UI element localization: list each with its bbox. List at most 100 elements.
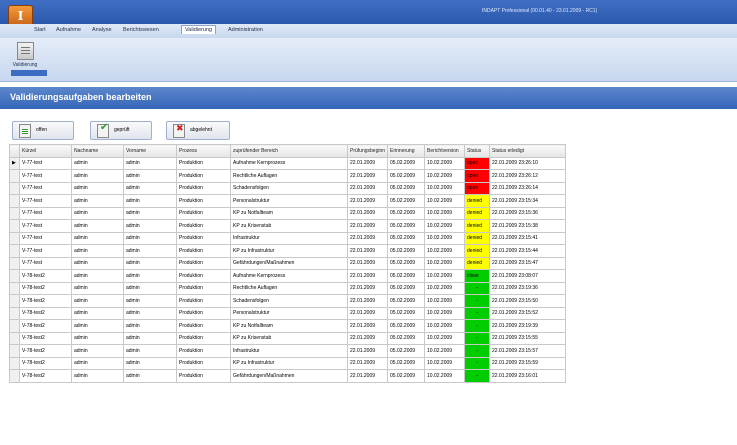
- kuerzel-cell[interactable]: V-77-test: [19, 231, 72, 245]
- row-indicator[interactable]: [9, 331, 20, 345]
- erinnerung-cell[interactable]: 05.02.2009: [387, 181, 426, 195]
- nachname-cell[interactable]: admin: [71, 206, 124, 220]
- prozess-cell[interactable]: Produktion: [176, 244, 231, 258]
- pruefungsbeginn-cell[interactable]: 22.01.2009: [346, 244, 389, 258]
- status-cell[interactable]: denied: [464, 194, 491, 208]
- pruefungsbeginn-cell[interactable]: 22.01.2009: [346, 269, 389, 283]
- berichtversion-cell[interactable]: 10.02.2009: [424, 231, 466, 245]
- pruefungsbeginn-cell[interactable]: 22.01.2009: [346, 331, 389, 345]
- berichtversion-cell[interactable]: 10.02.2009: [424, 244, 466, 258]
- pruefungsbeginn-cell[interactable]: 22.01.2009: [346, 256, 389, 270]
- column-header-status[interactable]: Status: [464, 144, 491, 158]
- prozess-cell[interactable]: Produktion: [176, 219, 231, 233]
- bereich-cell[interactable]: Rechtliche Auflagen: [230, 169, 348, 183]
- table-row[interactable]: V-77-test admin admin Produktion Personalstr…: [9, 194, 567, 208]
- pruefungsbeginn-cell[interactable]: 22.01.2009: [346, 194, 389, 208]
- kuerzel-cell[interactable]: V-78-test2: [19, 369, 72, 383]
- erinnerung-cell[interactable]: 05.02.2009: [387, 319, 426, 333]
- vorname-cell[interactable]: admin: [123, 181, 177, 195]
- vorname-cell[interactable]: admin: [123, 281, 177, 295]
- tab-administration[interactable]: Administration: [228, 27, 263, 33]
- row-indicator[interactable]: [9, 244, 20, 258]
- row-indicator[interactable]: [9, 281, 20, 295]
- berichtversion-cell[interactable]: 10.02.2009: [424, 156, 466, 170]
- berichtversion-cell[interactable]: 10.02.2009: [424, 206, 466, 220]
- nachname-cell[interactable]: admin: [71, 356, 124, 370]
- column-header-pruefungsbeginn[interactable]: Prüfungsbeginn: [346, 144, 389, 158]
- nachname-cell[interactable]: admin: [71, 256, 124, 270]
- column-header-status-erledigt[interactable]: Status erledigt: [489, 144, 567, 158]
- status-cell[interactable]: -: [464, 356, 491, 370]
- pruefungsbeginn-cell[interactable]: 22.01.2009: [346, 206, 389, 220]
- kuerzel-cell[interactable]: V-78-test2: [19, 294, 72, 308]
- prozess-cell[interactable]: Produktion: [176, 369, 231, 383]
- kuerzel-cell[interactable]: V-77-test: [19, 219, 72, 233]
- table-row[interactable]: V-78-test2 admin admin Produktion Infrastruk…: [9, 344, 567, 358]
- bereich-cell[interactable]: Schadensfolgen: [230, 181, 348, 195]
- row-indicator[interactable]: [9, 369, 20, 383]
- status-cell[interactable]: -: [464, 319, 491, 333]
- pruefungsbeginn-cell[interactable]: 22.01.2009: [346, 319, 389, 333]
- erinnerung-cell[interactable]: 05.02.2009: [387, 369, 426, 383]
- erinnerung-cell[interactable]: 05.02.2009: [387, 331, 426, 345]
- rejected-button[interactable]: abgelehnt: [166, 121, 230, 140]
- status-erledigt-cell[interactable]: 22.01.2009 23:15:41: [489, 231, 567, 245]
- berichtversion-cell[interactable]: 10.02.2009: [424, 356, 466, 370]
- status-erledigt-cell[interactable]: 22.01.2009 23:15:57: [489, 344, 567, 358]
- tab-start[interactable]: Start: [34, 27, 46, 33]
- row-indicator[interactable]: [9, 194, 20, 208]
- vorname-cell[interactable]: admin: [123, 319, 177, 333]
- prozess-cell[interactable]: Produktion: [176, 156, 231, 170]
- prozess-cell[interactable]: Produktion: [176, 231, 231, 245]
- pruefungsbeginn-cell[interactable]: 22.01.2009: [346, 344, 389, 358]
- status-cell[interactable]: -: [464, 369, 491, 383]
- kuerzel-cell[interactable]: V-77-test: [19, 206, 72, 220]
- bereich-cell[interactable]: Aufnahme Kernprozess: [230, 269, 348, 283]
- status-cell[interactable]: open: [464, 181, 491, 195]
- column-header-kuerzel[interactable]: Kürzel: [19, 144, 72, 158]
- kuerzel-cell[interactable]: V-78-test2: [19, 281, 72, 295]
- bereich-cell[interactable]: Gefährdungen/Maßnahmen: [230, 256, 348, 270]
- column-header-vorname[interactable]: Vorname: [123, 144, 177, 158]
- erinnerung-cell[interactable]: 05.02.2009: [387, 281, 426, 295]
- prozess-cell[interactable]: Produktion: [176, 206, 231, 220]
- berichtversion-cell[interactable]: 10.02.2009: [424, 369, 466, 383]
- status-erledigt-cell[interactable]: 22.01.2009 23:15:55: [489, 331, 567, 345]
- table-row[interactable]: V-78-test2 admin admin Produktion Personalst…: [9, 306, 567, 320]
- status-cell[interactable]: close: [464, 269, 491, 283]
- tab-aufnahme[interactable]: Aufnahme: [56, 27, 81, 33]
- row-indicator[interactable]: [9, 294, 20, 308]
- table-row[interactable]: V-77-testadminadminProduktionAufnahme Ke…: [9, 156, 567, 170]
- row-indicator[interactable]: [9, 269, 20, 283]
- erinnerung-cell[interactable]: 05.02.2009: [387, 219, 426, 233]
- row-indicator[interactable]: [9, 319, 20, 333]
- pruefungsbeginn-cell[interactable]: 22.01.2009: [346, 281, 389, 295]
- row-indicator[interactable]: [9, 181, 20, 195]
- berichtversion-cell[interactable]: 10.02.2009: [424, 344, 466, 358]
- bereich-cell[interactable]: KP zu Infrastruktur: [230, 356, 348, 370]
- berichtversion-cell[interactable]: 10.02.2009: [424, 169, 466, 183]
- erinnerung-cell[interactable]: 05.02.2009: [387, 344, 426, 358]
- status-cell[interactable]: denied: [464, 206, 491, 220]
- tab-berichtswesen[interactable]: Berichtswesen: [123, 27, 159, 33]
- bereich-cell[interactable]: KP zu Infrastruktur: [230, 244, 348, 258]
- erinnerung-cell[interactable]: 05.02.2009: [387, 356, 426, 370]
- current-row-indicator[interactable]: [9, 156, 20, 170]
- berichtversion-cell[interactable]: 10.02.2009: [424, 319, 466, 333]
- status-erledigt-cell[interactable]: 22.01.2009 23:19:36: [489, 281, 567, 295]
- row-indicator[interactable]: [9, 356, 20, 370]
- pruefungsbeginn-cell[interactable]: 22.01.2009: [346, 219, 389, 233]
- berichtversion-cell[interactable]: 10.02.2009: [424, 294, 466, 308]
- kuerzel-cell[interactable]: V-77-test: [19, 256, 72, 270]
- nachname-cell[interactable]: admin: [71, 269, 124, 283]
- status-cell[interactable]: denied: [464, 256, 491, 270]
- prozess-cell[interactable]: Produktion: [176, 294, 231, 308]
- berichtversion-cell[interactable]: 10.02.2009: [424, 306, 466, 320]
- tab-analyse[interactable]: Analyse: [92, 27, 112, 33]
- bereich-cell[interactable]: KP zu Notfallteam: [230, 319, 348, 333]
- status-erledigt-cell[interactable]: 22.01.2009 23:15:36: [489, 206, 567, 220]
- status-cell[interactable]: open: [464, 156, 491, 170]
- vorname-cell[interactable]: admin: [123, 306, 177, 320]
- bereich-cell[interactable]: Personalstruktur: [230, 194, 348, 208]
- status-erledigt-cell[interactable]: 22.01.2009 23:15:59: [489, 356, 567, 370]
